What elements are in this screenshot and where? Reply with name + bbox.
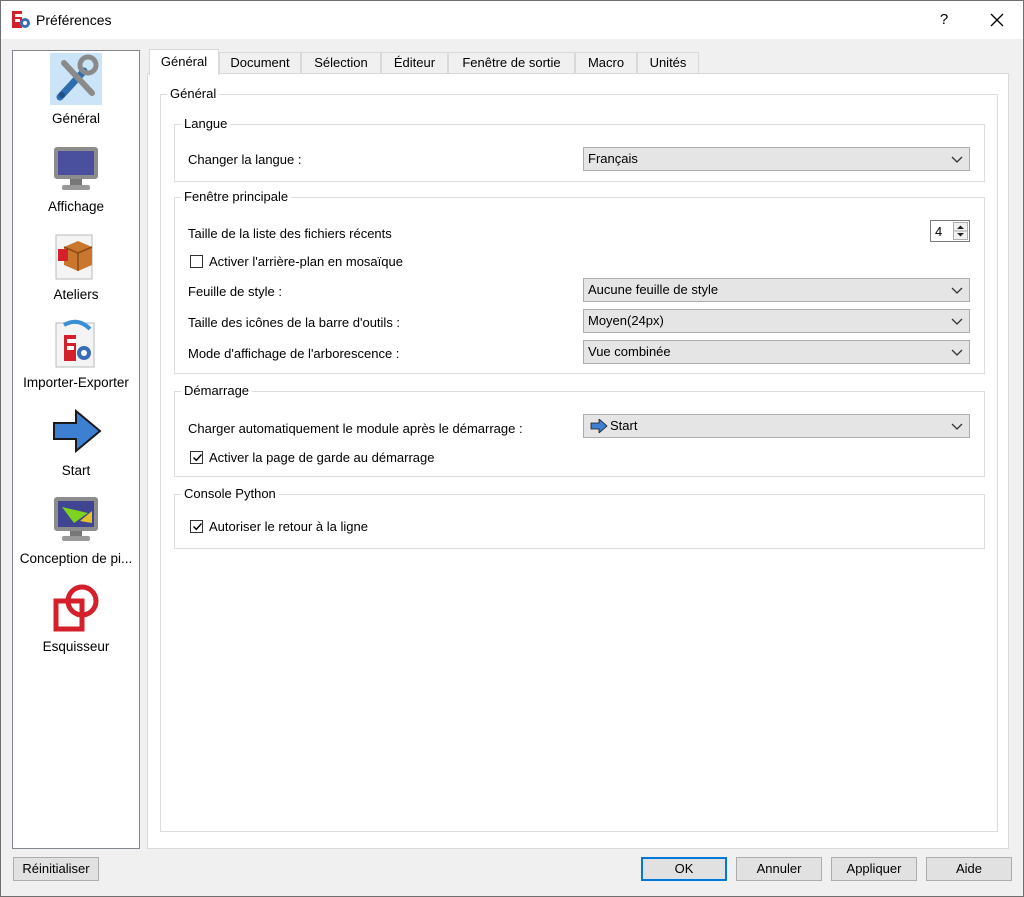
language-select[interactable]: Français: [583, 147, 970, 171]
recent-files-label: Taille de la liste des fichiers récents: [188, 226, 392, 241]
toolbar-icon-size-label: Taille des icônes de la barre d'outils :: [188, 315, 401, 330]
help-dialog-button[interactable]: Aide: [926, 857, 1012, 881]
word-wrap-checkbox[interactable]: [190, 520, 203, 533]
sidebar-item-display[interactable]: Affichage: [13, 139, 139, 225]
language-select-value: Français: [588, 151, 638, 166]
tab-units[interactable]: Unités: [637, 52, 699, 74]
sidebar-item-general[interactable]: Général: [13, 51, 139, 137]
sidebar-item-sketcher[interactable]: Esquisseur: [13, 579, 139, 665]
ok-button[interactable]: OK: [641, 857, 727, 881]
sidebar-label-import-export: Importer-Exporter: [23, 375, 129, 390]
start-arrow-icon: [590, 419, 608, 433]
tab-editor[interactable]: Éditeur: [381, 52, 448, 74]
chevron-down-icon: [951, 318, 963, 325]
recent-files-value: 4: [935, 224, 943, 239]
tab-document[interactable]: Document: [219, 52, 301, 74]
chevron-down-icon: [951, 156, 963, 163]
start-page-checkbox[interactable]: [190, 451, 203, 464]
spin-arrows-icon: [954, 225, 967, 237]
tab-general[interactable]: Général: [149, 49, 219, 75]
group-general: Général Langue Changer la langue : Franç…: [160, 86, 998, 832]
tree-view-mode-label: Mode d'affichage de l'arborescence :: [188, 346, 400, 361]
cancel-button[interactable]: Annuler: [736, 857, 822, 881]
recent-files-spinbox[interactable]: 4: [930, 220, 970, 242]
part-design-icon: [50, 493, 102, 545]
tree-view-mode-value: Vue combinée: [588, 344, 671, 359]
close-icon: [990, 13, 1004, 27]
sidebar-item-part-design[interactable]: Conception de pi...: [13, 491, 139, 577]
group-title-startup: Démarrage: [181, 383, 253, 398]
style-sheet-value: Aucune feuille de style: [588, 282, 719, 297]
tiled-background-checkbox[interactable]: [190, 255, 203, 268]
window-title: Préférences: [36, 12, 112, 28]
chevron-down-icon: [951, 423, 963, 430]
sidebar-item-start[interactable]: Start: [13, 403, 139, 489]
style-sheet-label: Feuille de style :: [188, 284, 282, 299]
start-arrow-icon: [50, 405, 102, 457]
sidebar-label-part-design: Conception de pi...: [19, 551, 133, 566]
word-wrap-label: Autoriser le retour à la ligne: [209, 519, 368, 534]
tab-selection[interactable]: Sélection: [301, 52, 381, 74]
sidebar-label-display: Affichage: [47, 199, 105, 214]
spin-arrows[interactable]: [953, 222, 968, 240]
group-title-general: Général: [167, 86, 220, 101]
start-page-label: Activer la page de garde au démarrage: [209, 450, 435, 465]
sidebar-item-workbenches[interactable]: Ateliers: [13, 227, 139, 313]
close-button[interactable]: [979, 5, 1015, 35]
group-title-python-console: Console Python: [181, 486, 279, 501]
chevron-down-icon: [951, 287, 963, 294]
autoload-module-label: Charger automatiquement le module après …: [188, 421, 523, 436]
sidebar-item-import-export[interactable]: Importer-Exporter: [13, 315, 139, 401]
tree-view-mode-select[interactable]: Vue combinée: [583, 340, 970, 364]
group-startup: Démarrage Charger automatiquement le mod…: [174, 383, 985, 477]
title-bar: Préférences ?: [1, 1, 1023, 39]
sidebar-label-workbenches: Ateliers: [53, 287, 99, 302]
help-button[interactable]: ?: [929, 5, 959, 35]
monitor-icon: [50, 141, 102, 193]
preferences-dialog: Préférences ? Général Affichage Ateliers…: [0, 0, 1024, 897]
tab-panel-general: Général Langue Changer la langue : Franç…: [147, 73, 1009, 849]
group-title-main-window: Fenêtre principale: [181, 189, 292, 204]
reset-button[interactable]: Réinitialiser: [13, 857, 99, 881]
style-sheet-select[interactable]: Aucune feuille de style: [583, 278, 970, 302]
freecad-logo-icon: [12, 11, 30, 28]
change-language-label: Changer la langue :: [188, 152, 302, 167]
apply-button[interactable]: Appliquer: [831, 857, 917, 881]
group-python-console: Console Python Autoriser le retour à la …: [174, 486, 985, 549]
autoload-module-select[interactable]: Start: [583, 414, 970, 438]
tiled-background-label: Activer l'arrière-plan en mosaïque: [209, 254, 403, 269]
autoload-module-value: Start: [610, 418, 638, 433]
preferences-sidebar: Général Affichage Ateliers Importer-Expo…: [12, 50, 140, 849]
toolbar-icon-size-select[interactable]: Moyen(24px): [583, 309, 970, 333]
tab-macro[interactable]: Macro: [575, 52, 637, 74]
group-title-language: Langue: [181, 116, 231, 131]
checkmark-icon: [193, 523, 203, 531]
sidebar-label-sketcher: Esquisseur: [42, 639, 110, 654]
sidebar-label-start: Start: [61, 463, 91, 478]
chevron-down-icon: [951, 349, 963, 356]
tab-output-window[interactable]: Fenêtre de sortie: [448, 52, 575, 74]
tools-icon: [50, 53, 102, 105]
toolbar-icon-size-value: Moyen(24px): [588, 313, 664, 328]
import-export-icon: [50, 317, 102, 369]
sidebar-label-general: Général: [51, 111, 101, 126]
workbench-box-icon: [50, 229, 102, 281]
group-main-window: Fenêtre principale Taille de la liste de…: [174, 189, 985, 374]
sketcher-icon: [50, 581, 102, 633]
group-language: Langue Changer la langue : Français: [174, 116, 985, 182]
checkmark-icon: [193, 454, 203, 462]
